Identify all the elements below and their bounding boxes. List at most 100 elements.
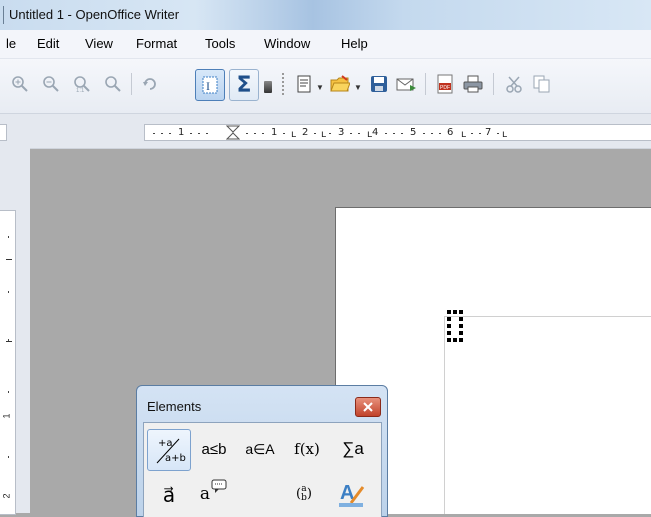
speech-bubble-icon [211, 479, 227, 493]
indent-marker-icon[interactable] [226, 125, 240, 140]
formula-cursor-icon[interactable]: I [195, 69, 225, 101]
menu-help[interactable]: Help [341, 36, 368, 51]
ruler-dot [385, 133, 387, 134]
zoom-100-icon[interactable]: 1:1 [70, 71, 94, 97]
vruler-dot [8, 291, 9, 293]
ruler-number: 4 [372, 127, 379, 138]
menu-tools[interactable]: Tools [205, 36, 235, 51]
menu-edit[interactable]: Edit [37, 36, 59, 51]
zoom-page-icon[interactable] [101, 71, 125, 97]
ruler-dot [262, 133, 264, 134]
formula-placeholder[interactable] [447, 310, 465, 344]
chevron-down-icon[interactable]: ▼ [316, 83, 324, 92]
menu-format[interactable]: Format [136, 36, 177, 51]
fraction-sum-icon: +a a+b [156, 438, 186, 464]
toolbar-separator [493, 73, 494, 95]
ruler-dot [497, 133, 499, 134]
toolbar-grip [282, 73, 284, 95]
zoom-out-icon[interactable] [39, 71, 63, 97]
ruler-tab-selector[interactable] [0, 124, 7, 141]
ruler-dot [479, 133, 481, 134]
refresh-icon[interactable] [138, 71, 162, 97]
formula-handle [447, 324, 451, 328]
ruler-dot [283, 133, 285, 134]
brackets-button[interactable]: a [196, 475, 232, 513]
functions-button[interactable]: f(x) [286, 431, 328, 467]
ruler-dot [206, 133, 208, 134]
formats-button[interactable]: A [334, 475, 368, 513]
menu-view[interactable]: View [85, 36, 113, 51]
ruler-dot [471, 133, 473, 134]
title-separator [3, 6, 4, 24]
ruler-dot [161, 133, 163, 134]
formula-handle [453, 310, 457, 314]
vruler-tick [6, 259, 12, 260]
ruler-dot [439, 133, 441, 134]
tab-stop: ʟ [461, 129, 467, 140]
export-pdf-icon[interactable]: PDF [433, 71, 457, 97]
menu-window[interactable]: Window [264, 36, 310, 51]
ruler-dot [393, 133, 395, 134]
page-properties-icon[interactable] [292, 71, 316, 97]
formula-handle [453, 338, 457, 342]
vruler-dot [8, 456, 9, 458]
ruler-number: 1 [271, 127, 278, 138]
ruler-dot [190, 133, 192, 134]
menu-file[interactable]: le [6, 36, 16, 51]
formula-handle [447, 338, 451, 342]
menu-bar: le Edit View Format Tools Window Help [0, 30, 651, 59]
toolbar-overflow-icon[interactable] [264, 81, 272, 93]
svg-text:a+b: a+b [165, 453, 186, 464]
svg-text:I: I [206, 79, 210, 93]
sum-icon[interactable]: Σ [229, 69, 259, 101]
formula-handle [459, 331, 463, 335]
vertical-ruler-strip: 1 2 [0, 148, 30, 515]
formula-handle [459, 338, 463, 342]
ruler-dot [314, 133, 316, 134]
brackets-label: a [199, 484, 211, 504]
svg-text:+a: +a [158, 438, 173, 449]
svg-text:1:1: 1:1 [76, 88, 85, 93]
print-icon[interactable] [461, 71, 485, 97]
copy-icon[interactable] [530, 71, 554, 97]
ruler-dot [254, 133, 256, 134]
save-icon[interactable] [367, 71, 391, 97]
horizontal-ruler[interactable]: 1 1 ʟ 2 ʟ 3 ʟ 4 5 6 ʟ 7 ʟ [144, 124, 651, 141]
zoom-in-icon[interactable] [8, 71, 32, 97]
font-formatting-icon: A [339, 482, 365, 507]
chevron-down-icon[interactable]: ▼ [354, 83, 362, 92]
elements-window[interactable]: Elements +a a+b a≤b a∈A f(x) ∑a a⃗ a (a b… [136, 385, 388, 517]
ruler-dot [401, 133, 403, 134]
cut-icon[interactable] [502, 71, 526, 97]
ruler-dot [198, 133, 200, 134]
matrix-label: (a b) [296, 484, 312, 503]
email-icon[interactable] [394, 71, 418, 97]
ruler-number: 7 [485, 127, 492, 138]
title-bar: Untitled 1 - OpenOffice Writer [0, 0, 651, 30]
svg-text:PDF: PDF [440, 85, 450, 91]
ruler-number: 5 [410, 127, 417, 138]
relations-button[interactable]: a≤b [193, 431, 235, 467]
operators-button[interactable]: ∑a [332, 431, 374, 467]
ruler-dot [329, 133, 331, 134]
attributes-button[interactable]: a⃗ [154, 477, 184, 513]
toolbar-separator [425, 73, 426, 95]
text-boundary [444, 316, 651, 514]
ruler-dot [246, 133, 248, 134]
vruler-number: 2 [1, 493, 12, 499]
tab-stop: ʟ [321, 129, 327, 140]
elements-panel: +a a+b a≤b a∈A f(x) ∑a a⃗ a (a b) A [143, 422, 382, 517]
set-operations-button[interactable]: a∈A [238, 431, 282, 467]
sum-glyph: Σ [236, 72, 252, 98]
vertical-ruler[interactable]: 1 2 [0, 210, 16, 515]
ruler-dot [350, 133, 352, 134]
matrix-button[interactable]: (a b) [284, 475, 324, 513]
unary-binary-operators-button[interactable]: +a a+b [147, 429, 191, 471]
elements-title: Elements [147, 399, 202, 414]
open-icon[interactable] [328, 71, 352, 97]
vruler-dot [8, 236, 9, 238]
tab-stop: ʟ [291, 129, 297, 140]
formula-handle [459, 310, 463, 314]
window-title: Untitled 1 - OpenOffice Writer [9, 7, 180, 22]
close-button[interactable] [355, 397, 381, 417]
